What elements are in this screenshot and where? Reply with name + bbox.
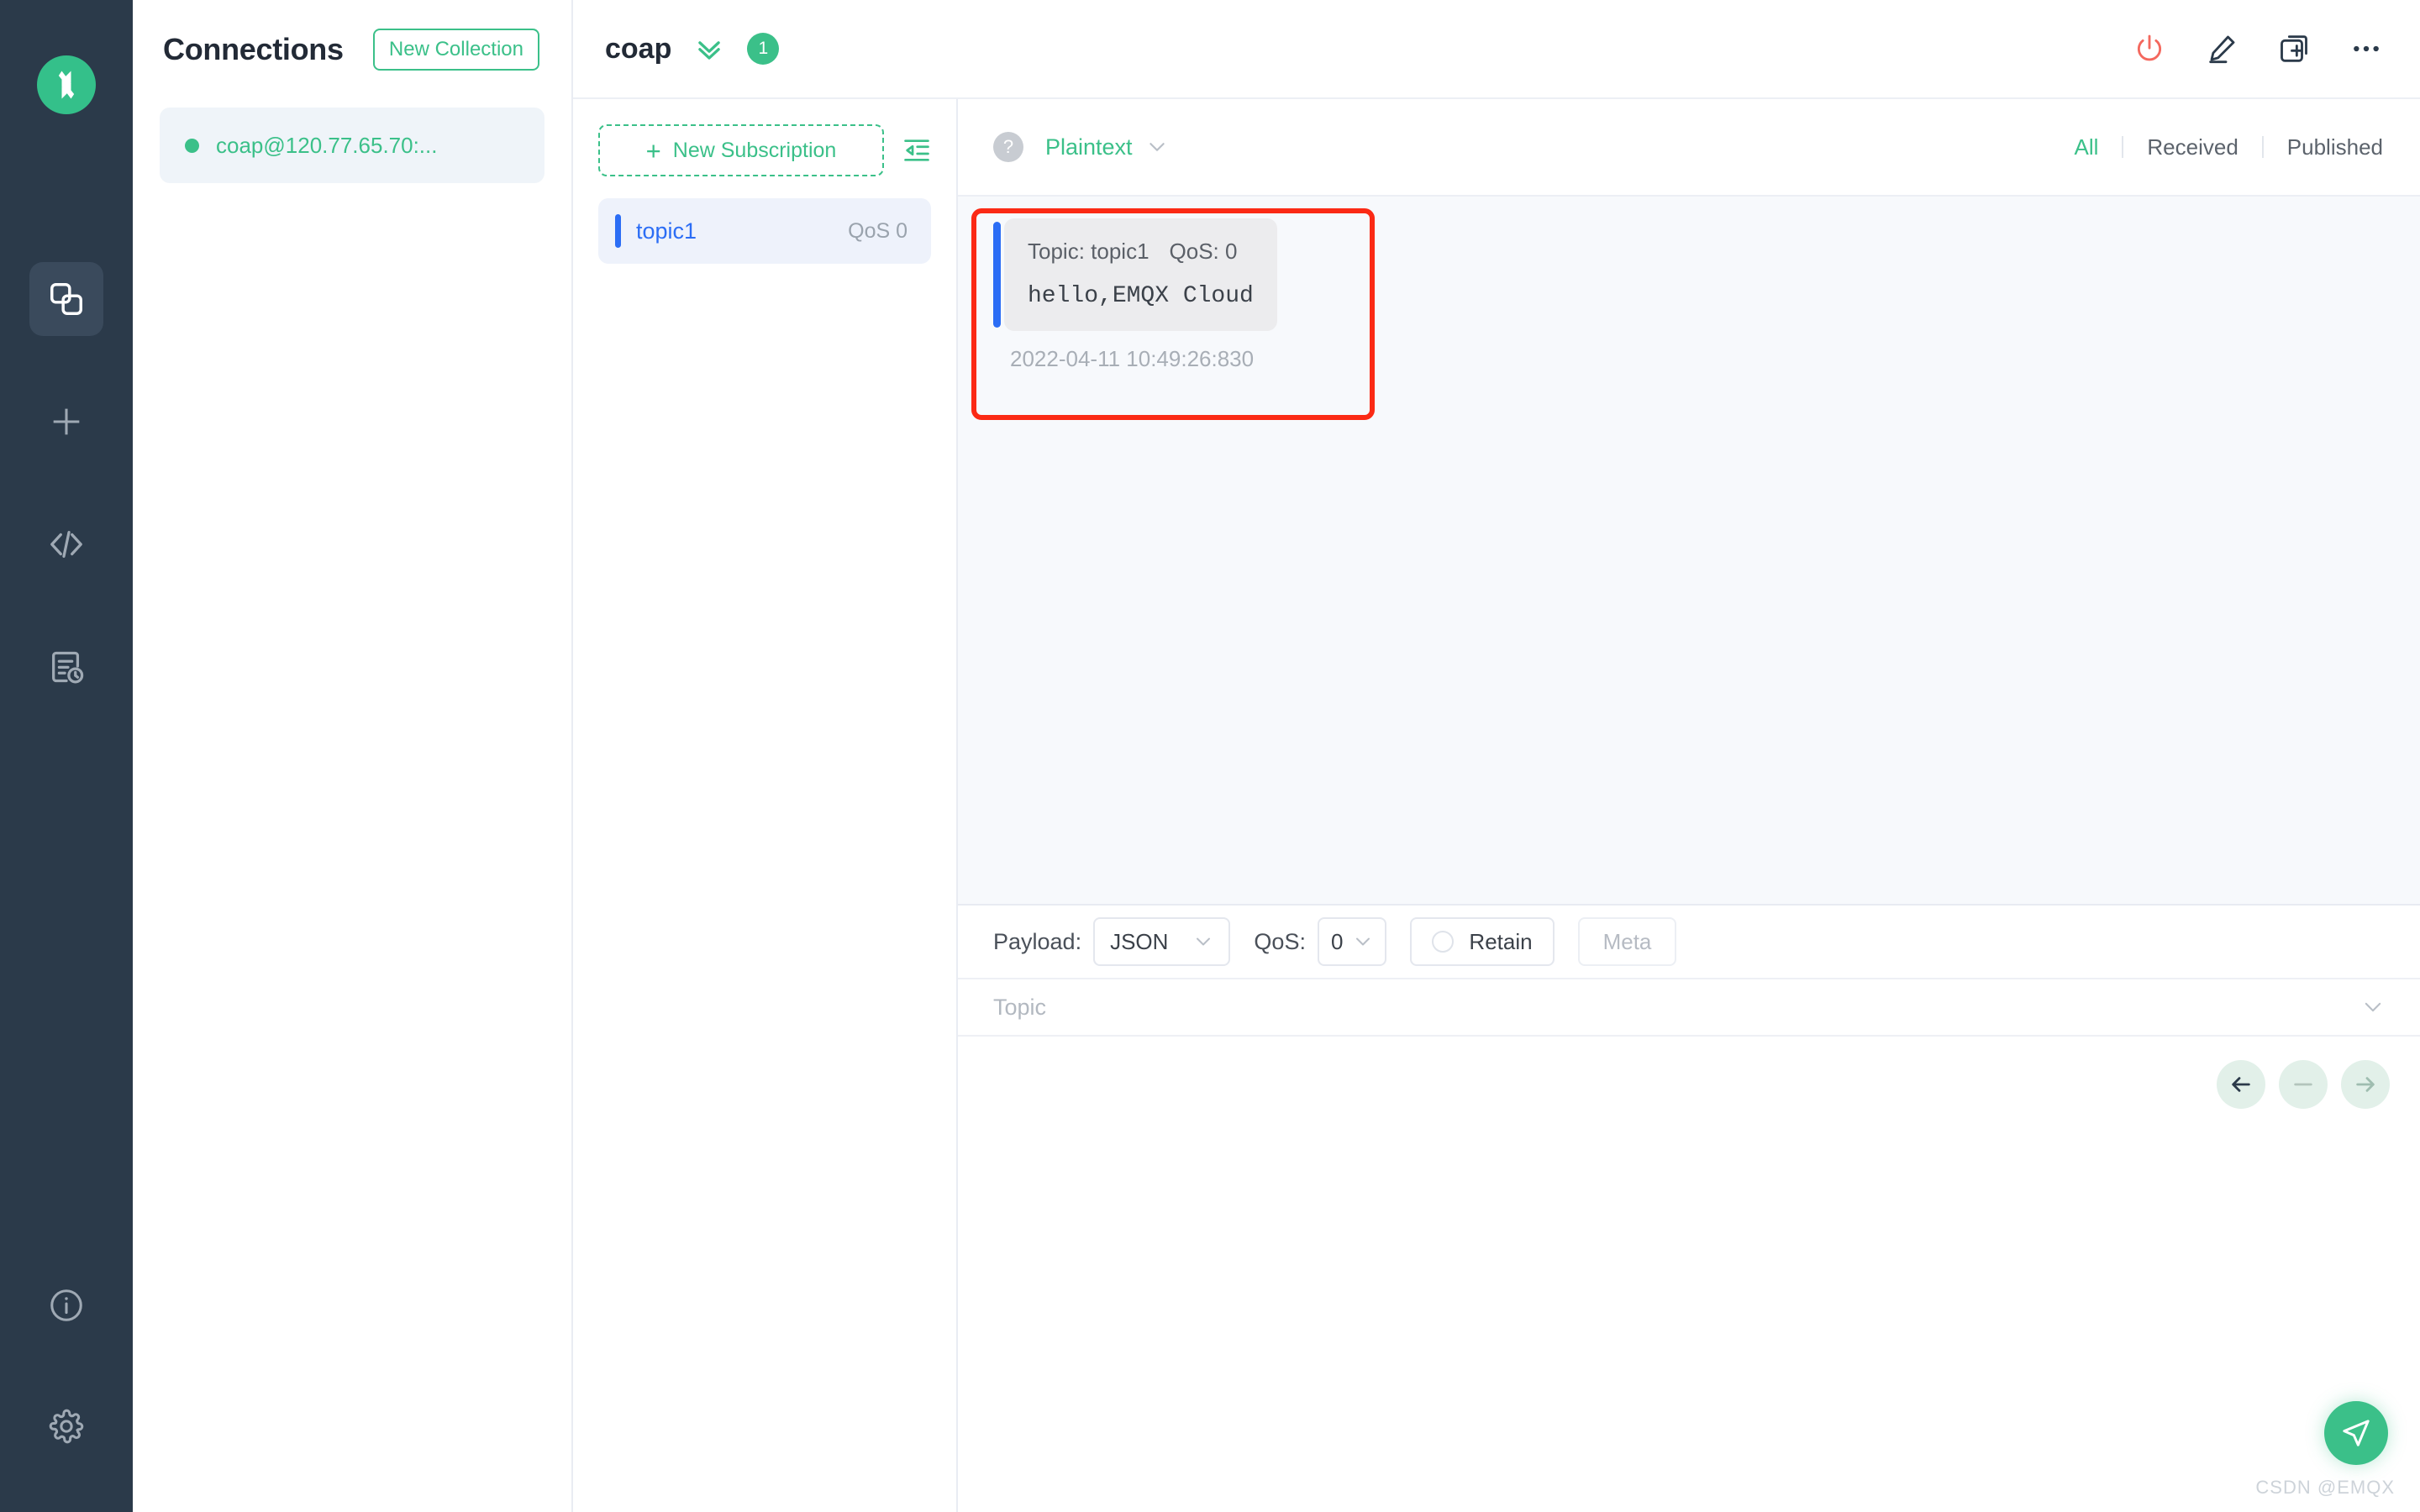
retain-toggle[interactable]: Retain [1410,917,1555,966]
list-item[interactable]: topic1 QoS 0 [598,198,931,264]
watermark: CSDN @EMQX [2255,1477,2395,1498]
chevron-down-icon [1193,932,1213,952]
payload-label: Payload: [993,928,1082,954]
more-icon [2349,32,2383,66]
tab-all[interactable]: All [2050,134,2122,160]
message-bubble[interactable]: Topic: topic1 QoS: 0 hello,EMQX Cloud [1004,218,1277,331]
status-dot-icon [185,138,199,153]
tab-published[interactable]: Published [2264,134,2383,160]
qos-label: QoS: [1254,928,1306,954]
connections-panel: Connections New Collection coap@120.77.6… [133,0,573,1512]
messages-list: Topic: topic1 QoS: 0 hello,EMQX Cloud 202… [958,197,2420,904]
qos-select[interactable]: 0 [1317,917,1387,966]
qos-value: 0 [1330,928,1344,954]
publish-panel: Payload: JSON QoS: 0 Retain Meta Topic C… [958,904,2420,1512]
subscription-qos: QoS 0 [848,218,908,243]
arrow-left-icon [2228,1071,2254,1098]
payload-type-value: JSON [1110,928,1169,954]
chevron-down-icon [1353,932,1373,952]
collapse-panel-icon[interactable] [902,136,931,165]
disconnect-button[interactable] [2133,32,2166,66]
connection-title: coap [605,32,672,65]
header-actions [2133,32,2383,66]
clear-payload-button[interactable] [2279,1060,2328,1109]
connections-icon [47,280,86,318]
rail-item-script[interactable] [29,507,103,581]
rail-item-about[interactable] [29,1268,103,1342]
power-icon [2133,32,2166,66]
new-subscription-button[interactable]: + New Subscription [598,124,884,176]
connection-name: coap@120.77.65.70:... [216,132,438,158]
payload-nav-buttons [2217,1060,2390,1109]
table-row: Topic: topic1 QoS: 0 hello,EMQX Cloud [993,218,1277,331]
code-icon [47,525,86,564]
app-root: Connections New Collection coap@120.77.6… [0,0,2420,1512]
body-row: + New Subscription topic1 QoS 0 ? Plaint… [573,99,2420,1512]
icon-rail [0,0,133,1512]
rail-items [29,262,103,753]
payload-format-select[interactable]: Plaintext [1045,134,1168,160]
subscription-list: topic1 QoS 0 [598,198,931,264]
message-filter-tabs: All Received Published [2050,134,2383,160]
topic-input[interactable]: Topic [993,995,2361,1021]
rail-bottom-items [0,1268,133,1463]
new-subscription-label: New Subscription [672,138,837,162]
list-item[interactable]: coap@120.77.65.70:... [160,108,544,183]
rail-item-settings[interactable] [29,1389,103,1463]
more-button[interactable] [2349,32,2383,66]
page-title: Connections [163,32,344,66]
payload-editor[interactable]: CSDN @EMQX [958,1037,2420,1512]
payload-format-value: Plaintext [1045,134,1133,160]
connection-list: coap@120.77.65.70:... [133,108,571,183]
plus-icon: + [645,135,661,165]
tab-received[interactable]: Received [2123,134,2261,160]
messages-column: ? Plaintext All Received Published Topic… [958,99,2420,1512]
rail-item-new-connection[interactable] [29,385,103,459]
double-chevron-down-icon[interactable] [693,33,725,65]
message-direction-bar [993,222,1001,328]
question-mark-icon[interactable]: ? [993,132,1023,162]
subscriptions-panel: + New Subscription topic1 QoS 0 [573,99,958,1512]
log-icon [47,648,86,686]
send-button[interactable] [2324,1401,2388,1465]
message-qos: QoS: 0 [1169,239,1238,264]
emqx-logo-icon [37,55,96,114]
message-wrapper: Topic: topic1 QoS: 0 hello,EMQX Cloud 202… [971,208,1375,420]
gear-icon [47,1407,86,1446]
rail-item-log[interactable] [29,630,103,704]
connections-header: Connections New Collection [133,0,571,99]
subscription-topic: topic1 [636,218,697,244]
connection-count-badge: 1 [747,33,780,65]
message-timestamp: 2022-04-11 10:49:26:830 [1010,346,1255,371]
new-collection-button[interactable]: New Collection [372,29,539,71]
pencil-icon [2205,32,2238,66]
message-payload: hello,EMQX Cloud [1028,283,1254,309]
chevron-down-icon[interactable] [2361,995,2385,1019]
plus-icon [47,402,86,441]
send-icon [2339,1416,2373,1450]
publish-topic-row[interactable]: Topic [958,978,2420,1037]
subscriptions-header: + New Subscription [598,99,931,176]
messages-toolbar: ? Plaintext All Received Published [958,99,2420,197]
message-meta: Topic: topic1 QoS: 0 [1028,239,1254,265]
edit-connection-button[interactable] [2205,32,2238,66]
connection-header: coap 1 [573,0,2420,99]
duplicate-plus-icon [2277,32,2311,66]
minus-icon [2290,1071,2317,1098]
info-icon [47,1286,86,1325]
meta-button[interactable]: Meta [1577,917,1677,966]
payload-type-select[interactable]: JSON [1093,917,1231,966]
publish-options: Payload: JSON QoS: 0 Retain Meta [958,906,2420,978]
main-area: coap 1 + New Subscription topic1 QoS 0 ?… [573,0,2420,1512]
prev-payload-button[interactable] [2217,1060,2265,1109]
new-window-button[interactable] [2277,32,2311,66]
retain-label: Retain [1469,928,1533,954]
rail-item-connections[interactable] [29,262,103,336]
radio-icon [1432,931,1455,953]
arrow-right-icon [2352,1071,2379,1098]
chevron-down-icon [1146,136,1168,158]
color-bar [615,214,621,248]
next-payload-button[interactable] [2341,1060,2390,1109]
message-topic: Topic: topic1 [1028,239,1150,264]
